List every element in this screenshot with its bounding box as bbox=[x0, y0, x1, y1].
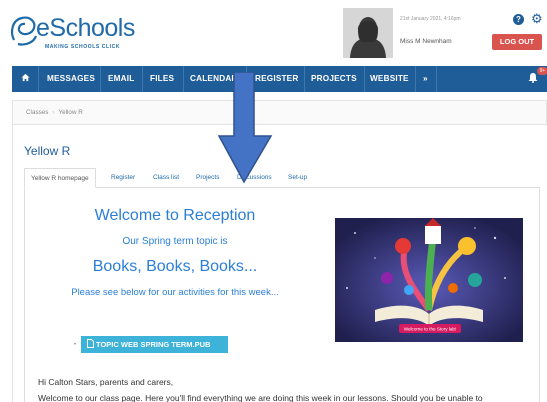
logo-tagline: MAKING SCHOOLS CLICK bbox=[45, 44, 121, 50]
question-icon[interactable]: ? bbox=[513, 14, 524, 25]
picture-caption: Welcome to the Story lab! bbox=[404, 327, 457, 332]
nav-email[interactable]: EMAIL bbox=[108, 66, 134, 92]
header: eSchools MAKING SCHOOLS CLICK 21st Janua… bbox=[0, 0, 547, 66]
arrow-down-icon bbox=[217, 72, 273, 184]
intro-text: Welcome to our class page. Here you'll f… bbox=[38, 393, 483, 402]
topic-heading: Books, Books, Books... bbox=[92, 258, 258, 275]
topic-web-file-button[interactable]: TOPIC WEB SPRING TERM.PUB bbox=[81, 336, 228, 353]
page: eSchools MAKING SCHOOLS CLICK 21st Janua… bbox=[0, 0, 547, 402]
story-lab-picture: Welcome to the Story lab! bbox=[335, 218, 523, 342]
nav-messages[interactable]: MESSAGES bbox=[47, 66, 95, 92]
see-below-text: Please see below for our activities for … bbox=[71, 287, 279, 298]
chevron-right-icon: › bbox=[52, 109, 55, 116]
tab-projects[interactable]: Projects bbox=[196, 168, 219, 188]
tab-homepage[interactable]: Yellow R homepage bbox=[24, 168, 96, 188]
nav-more[interactable]: » bbox=[423, 66, 428, 92]
topic-intro: Our Spring term topic is bbox=[122, 236, 228, 247]
gear-icon[interactable]: ⚙ bbox=[531, 11, 543, 27]
file-button-label: TOPIC WEB SPRING TERM.PUB bbox=[96, 340, 211, 349]
nav-website[interactable]: WEBSITE bbox=[370, 66, 409, 92]
avatar bbox=[343, 8, 393, 58]
tab-class-list[interactable]: Class list bbox=[153, 168, 179, 188]
class-tabs: Yellow R homepage Register Class list Pr… bbox=[24, 168, 540, 188]
notification-badge: 9+ bbox=[537, 67, 547, 75]
home-icon[interactable] bbox=[21, 66, 30, 92]
bell-icon[interactable] bbox=[528, 72, 538, 86]
tab-setup[interactable]: Set-up bbox=[288, 168, 307, 188]
breadcrumb-current: Yellow R bbox=[58, 109, 83, 116]
username[interactable]: Miss M Newnham bbox=[400, 38, 452, 45]
logo-text: eSchools bbox=[36, 14, 135, 42]
page-title: Yellow R bbox=[24, 144, 71, 158]
nav-projects[interactable]: PROJECTS bbox=[311, 66, 357, 92]
bullet: • bbox=[74, 342, 77, 348]
welcome-heading: Welcome to Reception bbox=[94, 207, 256, 224]
breadcrumb: Classes › Yellow R bbox=[12, 100, 547, 125]
file-icon bbox=[87, 339, 94, 348]
main-nav: MESSAGES EMAIL FILES CALENDAR REGISTER P… bbox=[12, 66, 547, 92]
breadcrumb-classes[interactable]: Classes bbox=[26, 109, 48, 116]
panel-border bbox=[12, 125, 13, 402]
tab-register[interactable]: Register bbox=[111, 168, 135, 188]
nav-files[interactable]: FILES bbox=[150, 66, 174, 92]
greeting-text: Hi Calton Stars, parents and carers, bbox=[38, 377, 174, 387]
logout-button[interactable]: LOG OUT bbox=[492, 34, 542, 50]
current-date: 21st January 2021, 4:16pm bbox=[400, 16, 461, 22]
